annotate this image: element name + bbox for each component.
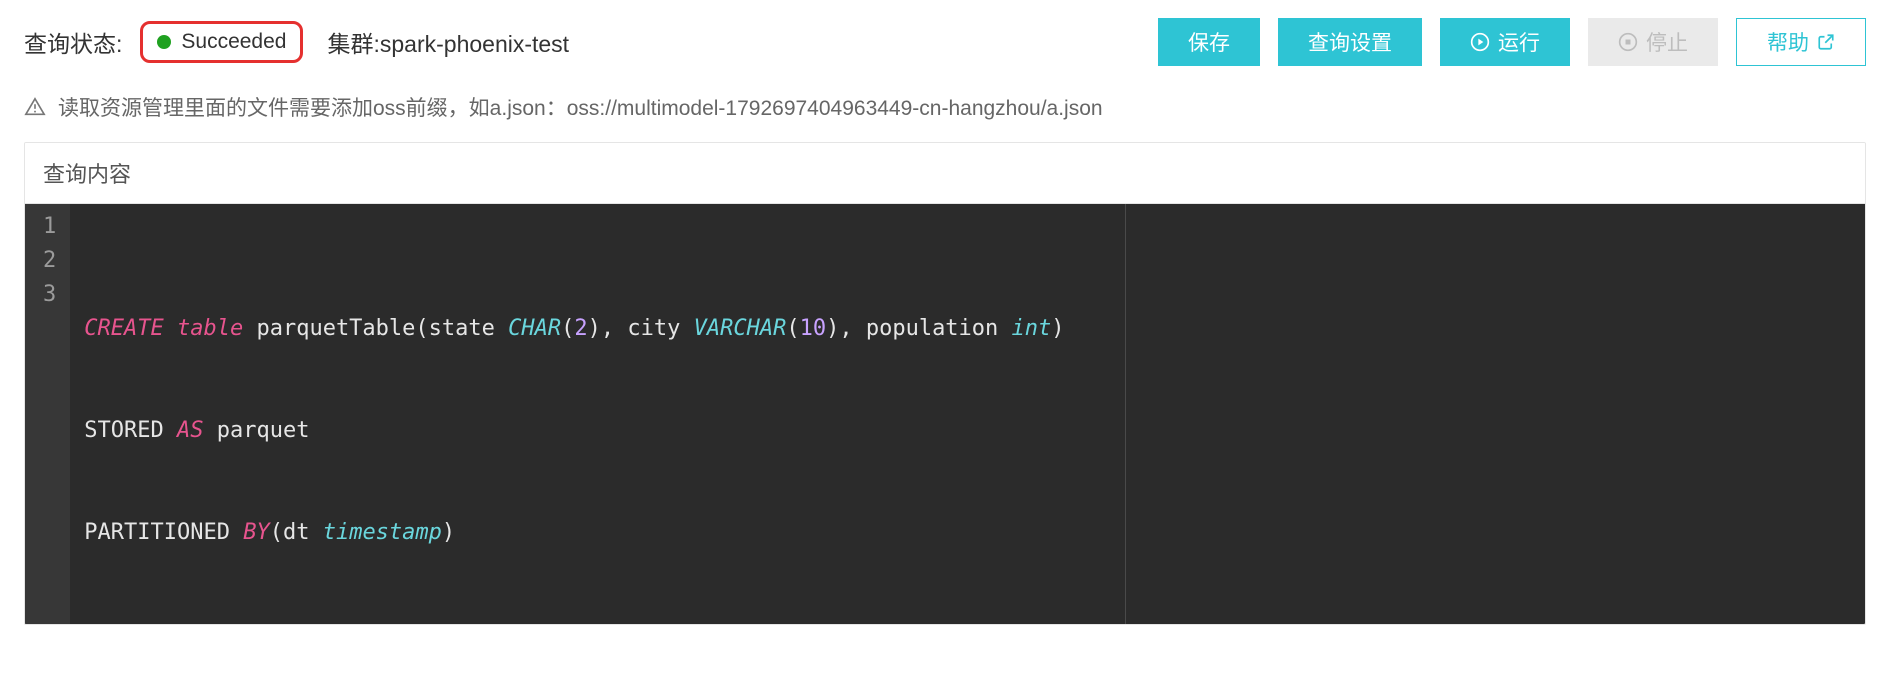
run-label: 运行 bbox=[1498, 27, 1540, 57]
query-status-label: 查询状态: bbox=[24, 25, 122, 59]
stop-button: 停止 bbox=[1588, 18, 1718, 66]
code-line: CREATE table parquetTable(state CHAR(2),… bbox=[84, 312, 1851, 346]
stop-label: 停止 bbox=[1646, 27, 1688, 57]
code-line: STORED AS parquet bbox=[84, 414, 1851, 448]
editor-panel: 查询内容 1 2 3 CREATE table parquetTable(sta… bbox=[24, 142, 1866, 625]
toolbar: 查询状态: Succeeded 集群:spark-phoenix-test 保存… bbox=[0, 0, 1890, 80]
code-editor[interactable]: 1 2 3 CREATE table parquetTable(state CH… bbox=[25, 204, 1865, 624]
help-label: 帮助 bbox=[1767, 27, 1809, 57]
status-badge: Succeeded bbox=[140, 21, 303, 63]
query-settings-label: 查询设置 bbox=[1308, 27, 1392, 57]
status-dot-icon bbox=[157, 35, 171, 49]
line-number: 1 bbox=[43, 210, 56, 244]
info-note-text: 读取资源管理里面的文件需要添加oss前缀，如a.json：oss://multi… bbox=[58, 92, 1103, 122]
run-button[interactable]: 运行 bbox=[1440, 18, 1570, 66]
save-label: 保存 bbox=[1188, 27, 1230, 57]
status-text: Succeeded bbox=[181, 30, 286, 54]
cluster-prefix: 集群: bbox=[327, 31, 379, 57]
line-number: 3 bbox=[43, 278, 56, 312]
code-line: PARTITIONED BY(dt timestamp) bbox=[84, 516, 1851, 550]
help-button[interactable]: 帮助 bbox=[1736, 18, 1866, 66]
print-margin bbox=[1125, 204, 1126, 624]
play-icon bbox=[1470, 32, 1490, 52]
code-area[interactable]: CREATE table parquetTable(state CHAR(2),… bbox=[70, 204, 1865, 624]
editor-title: 查询内容 bbox=[25, 143, 1865, 204]
external-link-icon bbox=[1817, 33, 1835, 51]
stop-icon bbox=[1618, 32, 1638, 52]
save-button[interactable]: 保存 bbox=[1158, 18, 1260, 66]
cluster-label: 集群:spark-phoenix-test bbox=[327, 25, 569, 59]
query-settings-button[interactable]: 查询设置 bbox=[1278, 18, 1422, 66]
line-number: 2 bbox=[43, 244, 56, 278]
warning-icon bbox=[24, 96, 46, 118]
line-gutter: 1 2 3 bbox=[25, 204, 70, 624]
info-note: 读取资源管理里面的文件需要添加oss前缀，如a.json：oss://multi… bbox=[0, 80, 1890, 142]
cluster-name: spark-phoenix-test bbox=[380, 31, 569, 57]
